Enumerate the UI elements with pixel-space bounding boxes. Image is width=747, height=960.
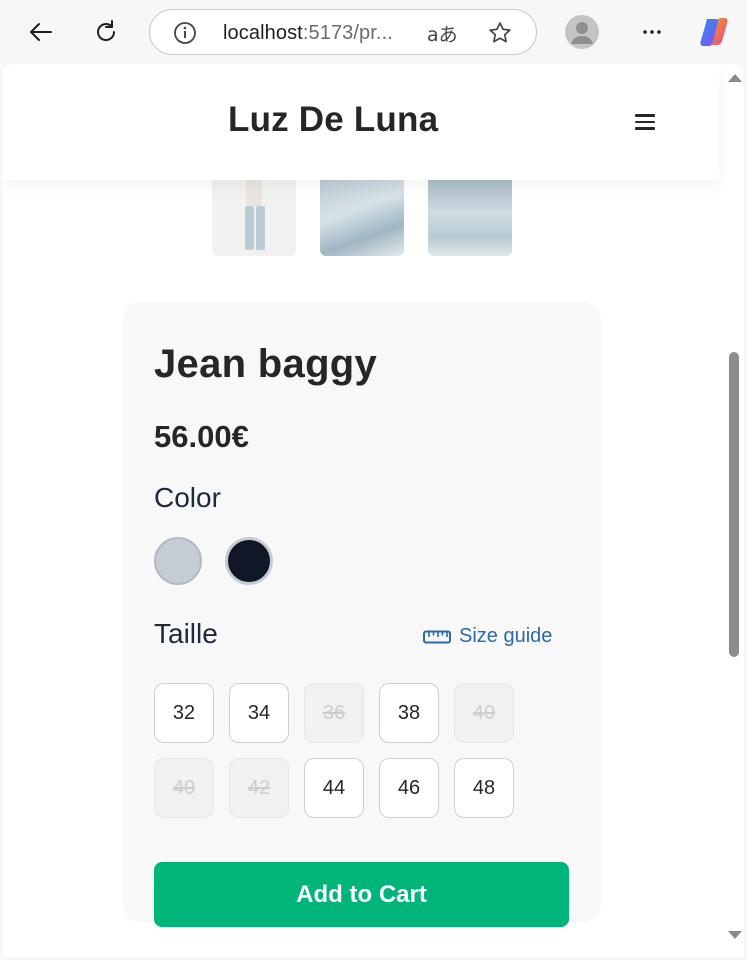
size-option-36: 36 bbox=[304, 683, 364, 743]
size-label: Taille bbox=[154, 618, 218, 649]
back-button[interactable] bbox=[20, 12, 60, 52]
info-icon[interactable] bbox=[172, 20, 198, 46]
profile-button[interactable] bbox=[562, 12, 602, 52]
product-title: Jean baggy bbox=[154, 342, 378, 386]
product-card: Jean baggy 56.00€ Color Taille Size guid… bbox=[123, 302, 601, 927]
more-button[interactable] bbox=[632, 12, 672, 52]
back-arrow-icon bbox=[30, 23, 52, 41]
ruler-icon bbox=[423, 630, 451, 643]
scrollbar[interactable] bbox=[722, 64, 744, 957]
profile-icon bbox=[565, 15, 599, 49]
more-icon bbox=[643, 30, 661, 34]
copilot-icon bbox=[700, 18, 728, 46]
add-to-cart-button[interactable]: Add to Cart bbox=[154, 862, 569, 927]
product-price: 56.00€ bbox=[154, 419, 249, 454]
color-label: Color bbox=[154, 482, 221, 513]
size-option-48[interactable]: 48 bbox=[454, 758, 514, 818]
size-option-46[interactable]: 46 bbox=[379, 758, 439, 818]
thumbnail-2[interactable] bbox=[320, 180, 404, 256]
size-guide-label: Size guide bbox=[459, 625, 553, 647]
thumbnail-3[interactable] bbox=[428, 180, 512, 256]
address-bar[interactable]: localhost:5173/pr... aあ bbox=[149, 9, 537, 55]
thumbnail-1[interactable] bbox=[212, 180, 296, 256]
scroll-down-arrow-icon[interactable] bbox=[728, 931, 742, 939]
copilot-button[interactable] bbox=[694, 12, 734, 52]
brand-logo[interactable]: Luz De Luna bbox=[228, 100, 438, 140]
size-option-32[interactable]: 32 bbox=[154, 683, 214, 743]
color-swatch-navy[interactable] bbox=[225, 537, 273, 585]
scroll-up-arrow-icon[interactable] bbox=[728, 74, 742, 82]
star-icon[interactable] bbox=[487, 20, 513, 46]
size-guide-link[interactable]: Size guide bbox=[423, 625, 552, 648]
hamburger-icon[interactable] bbox=[625, 102, 665, 142]
size-option-38[interactable]: 38 bbox=[379, 683, 439, 743]
size-option-44[interactable]: 44 bbox=[304, 758, 364, 818]
reload-button[interactable] bbox=[86, 12, 126, 52]
reload-icon bbox=[97, 20, 116, 41]
size-option-40-b: 40 bbox=[154, 758, 214, 818]
url-text[interactable]: localhost:5173/pr... bbox=[223, 22, 393, 45]
page-viewport: Luz De Luna Jean baggy 56.00€ Color Tail… bbox=[3, 64, 744, 957]
site-header: Luz De Luna bbox=[3, 64, 719, 180]
size-option-34[interactable]: 34 bbox=[229, 683, 289, 743]
color-swatch-light-gray[interactable] bbox=[154, 537, 202, 585]
product-thumbnails bbox=[212, 180, 512, 256]
size-option-42: 42 bbox=[229, 758, 289, 818]
scroll-thumb[interactable] bbox=[729, 352, 739, 657]
size-option-40: 40 bbox=[454, 683, 514, 743]
translate-icon[interactable]: aあ bbox=[427, 20, 458, 47]
browser-toolbar: localhost:5173/pr... aあ bbox=[0, 0, 747, 64]
